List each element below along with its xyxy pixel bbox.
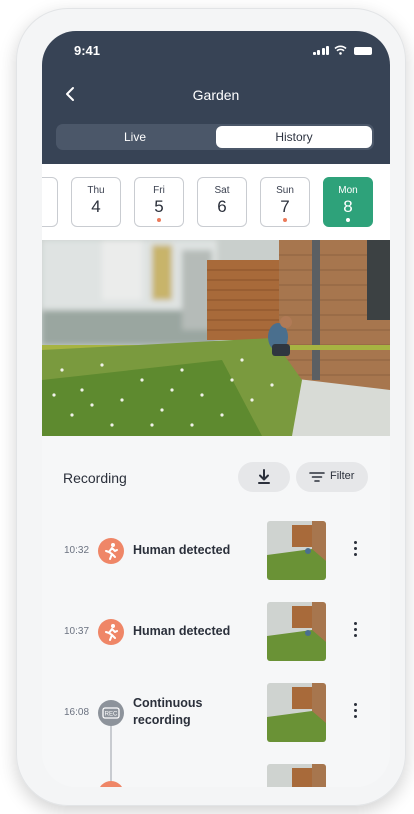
event-dot [346,218,350,222]
date-day-name: Sun [276,185,294,196]
date-day-number: 7 [280,197,290,216]
wifi-icon [334,45,347,55]
recording-time: 16:08 [64,707,90,718]
more-options-icon[interactable] [348,703,362,723]
date-item-thu[interactable]: Thu 4 [71,177,121,227]
recording-thumbnail[interactable] [267,764,326,787]
rec-icon: REC [98,700,124,726]
date-item-fri[interactable]: Fri 5 [134,177,184,227]
date-day-number: 6 [217,197,227,216]
download-button[interactable] [238,462,290,492]
date-item-mon-selected[interactable]: Mon 8 [323,177,373,227]
date-item-sun[interactable]: Sun 7 [260,177,310,227]
date-item-sat[interactable]: Sat 6 [197,177,247,227]
recordings-section: Recording Filter 10:32 Human detected 10… [42,436,390,787]
recording-item[interactable]: 10:32 Human detected [42,521,390,583]
more-options-icon[interactable] [348,622,362,642]
date-day-name: Fri [153,185,165,196]
date-day-name: Mon [338,185,358,196]
date-item-partial[interactable] [42,177,58,227]
person-running-icon [98,781,124,787]
live-history-toggle: Live History [56,124,374,150]
recording-time: 10:37 [64,626,90,637]
person-running-icon [98,619,124,645]
app-header: 9:41 Garden Live History [42,31,390,164]
recording-heading: Recording [63,470,127,486]
camera-footage[interactable] [42,240,390,436]
more-options-icon[interactable] [348,541,362,561]
recording-item[interactable]: 16:08 REC Continuous recording [42,683,390,745]
date-day-name: Thu [87,185,105,196]
recording-item[interactable]: 10:37 Human detected [42,602,390,664]
cellular-signal-icon [312,46,329,55]
date-day-name: Sat [214,185,230,196]
recording-time: 10:32 [64,545,90,556]
recording-thumbnail[interactable] [267,521,326,580]
filter-button[interactable]: Filter [296,462,368,492]
event-dot [157,218,161,222]
battery-icon [354,47,372,55]
recording-label: Continuous recording [133,696,203,727]
tab-live[interactable]: Live [56,124,214,150]
recording-item-partial[interactable] [42,764,390,787]
svg-text:REC: REC [105,712,118,718]
date-day-number: 8 [343,197,353,216]
recording-thumbnail[interactable] [267,683,326,742]
person-running-icon [98,538,124,564]
filter-label: Filter [330,470,355,482]
recording-label: Human detected [133,624,231,638]
app-screen: 9:41 Garden Live History Thu 4 Fri 5 Sat… [42,31,390,787]
date-day-number: 5 [154,197,164,216]
tab-history[interactable]: History [216,126,372,148]
page-title: Garden [192,87,240,103]
recording-label: Human detected [133,543,231,557]
download-icon [258,469,270,484]
date-day-number: 4 [91,197,101,216]
filter-icon [309,472,325,482]
event-dot [283,218,287,222]
status-icons [312,45,372,55]
date-strip: Thu 4 Fri 5 Sat 6 Sun 7 Mon 8 [42,164,390,240]
status-time: 9:41 [74,43,101,58]
recording-thumbnail[interactable] [267,602,326,661]
